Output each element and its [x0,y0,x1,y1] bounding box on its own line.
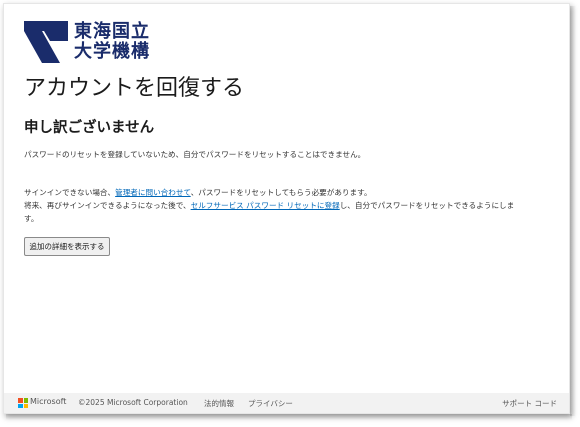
page-subtitle: 申し訳ございません [24,120,155,136]
window-shadow [570,6,576,416]
show-details-button[interactable]: 追加の詳細を表示する [24,237,110,256]
no-reset-message: パスワードのリセットを登録していないため、自分でパスワードをリセットすることはで… [24,150,366,159]
help-text: し、自分でパスワードをリセットできるようにしま [339,201,515,210]
microsoft-brand: Microsoft [30,397,67,406]
window-shadow-bottom [6,414,572,420]
help-line-admin: サインインできない場合、管理者に問い合わせて、パスワードをリセットしてもらう必要… [24,186,514,199]
microsoft-logo-icon [18,398,28,408]
university-emblem-icon [24,21,68,63]
register-sspr-link[interactable]: セルフサービス パスワード リセットに登録 [191,201,340,210]
organization-name-line1: 東海国立 [74,21,150,42]
footer: Microsoft ©2025 Microsoft Corporation 法的… [4,393,569,413]
privacy-link[interactable]: プライバシー [248,398,293,409]
copyright-text: ©2025 Microsoft Corporation [78,398,188,407]
page-title: アカウントを回復する [24,76,245,101]
help-text: サインインできない場合、 [24,188,116,197]
legal-link[interactable]: 法的情報 [204,398,234,409]
support-code-link[interactable]: サポート コード [502,398,557,409]
contact-admin-link[interactable]: 管理者に問い合わせて [115,188,191,197]
organization-name-line2: 大学機構 [74,41,150,62]
help-text: 将来、再びサインインできるようになった後で、 [24,201,191,210]
help-line-end: す。 [24,214,39,223]
organization-logo: 東海国立 大学機構 [24,21,154,65]
help-message: サインインできない場合、管理者に問い合わせて、パスワードをリセットしてもらう必要… [24,186,514,225]
help-line-sspr: 将来、再びサインインできるようになった後で、セルフサービス パスワード リセット… [24,199,514,212]
organization-name: 東海国立 大学機構 [74,22,158,62]
help-text: 、パスワードをリセットしてもらう必要があります。 [190,188,372,197]
